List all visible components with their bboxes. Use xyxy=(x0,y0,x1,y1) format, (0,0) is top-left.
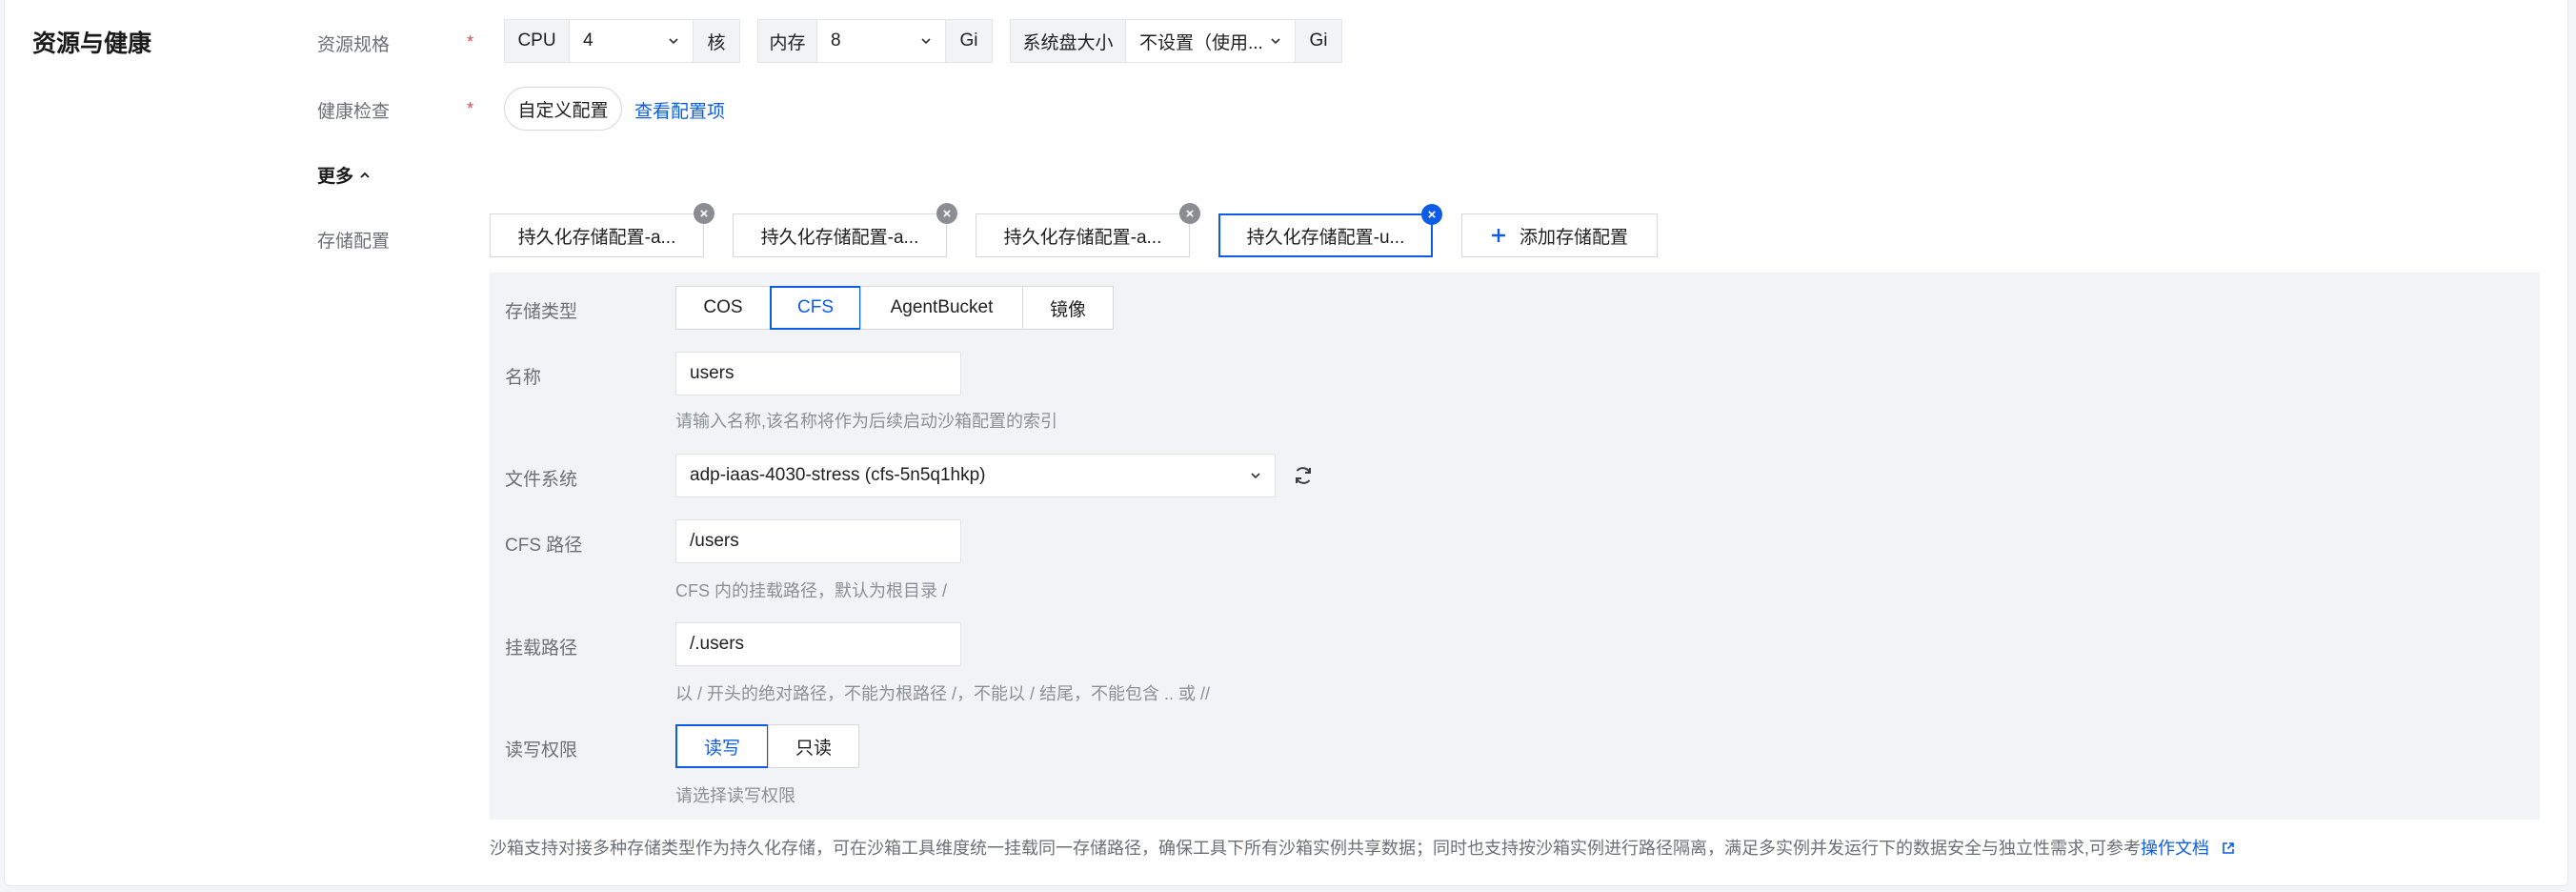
close-icon[interactable]: × xyxy=(1179,203,1200,224)
more-label: 更多 xyxy=(317,167,354,187)
storage-tab-label: 持久化存储配置-u... xyxy=(1246,227,1405,248)
chevron-down-icon xyxy=(669,38,678,45)
name-label: 名称 xyxy=(505,368,542,388)
storage-type-cos[interactable]: COS xyxy=(675,286,771,330)
permission-help: 请选择读写权限 xyxy=(675,786,795,805)
chevron-down-icon xyxy=(1251,473,1260,479)
memory-addon-label: 内存 xyxy=(757,19,817,63)
chevron-up-icon xyxy=(360,172,370,178)
more-toggle[interactable]: 更多 xyxy=(317,162,371,188)
name-help: 请输入名称,该名称将作为后续启动沙箱配置的索引 xyxy=(675,412,1057,431)
health-check-label: 健康检查 xyxy=(317,102,391,122)
resource-spec-label: 资源规格 xyxy=(317,35,391,55)
storage-type-image[interactable]: 镜像 xyxy=(1022,286,1114,330)
permission-label: 读写权限 xyxy=(505,740,578,760)
storage-type-agentbucket[interactable]: AgentBucket xyxy=(860,286,1023,330)
storage-footer-note: 沙箱支持对接多种存储类型作为持久化存储，可在沙箱工具维度统一挂载同一存储路径，确… xyxy=(490,835,2235,860)
cpu-addon-label: CPU xyxy=(504,19,570,63)
storage-tab[interactable]: 持久化存储配置-a... × xyxy=(733,203,957,257)
storage-type-label: 存储类型 xyxy=(505,302,578,322)
storage-tab-label: 持久化存储配置-a... xyxy=(517,227,676,248)
chevron-down-icon xyxy=(921,38,931,45)
storage-config-label: 存储配置 xyxy=(317,232,391,252)
cpu-select[interactable]: 4 xyxy=(569,19,694,63)
view-config-link[interactable]: 查看配置项 xyxy=(634,97,725,123)
chevron-down-icon xyxy=(1271,38,1280,45)
file-system-select[interactable]: adp-iaas-4030-stress (cfs-5n5q1hkp) xyxy=(675,454,1276,497)
file-system-label: 文件系统 xyxy=(505,470,578,490)
mount-path-help: 以 / 开头的绝对路径，不能为根路径 /，不能以 / 结尾，不能包含 .. 或 … xyxy=(675,684,1211,703)
file-system-value: adp-iaas-4030-stress (cfs-5n5q1hkp) xyxy=(690,465,986,485)
disk-unit: Gi xyxy=(1295,19,1342,63)
cfs-path-label: CFS 路径 xyxy=(505,536,583,556)
refresh-icon[interactable] xyxy=(1292,464,1315,487)
disk-value: 不设置（使用... xyxy=(1139,32,1263,53)
memory-select[interactable]: 8 xyxy=(816,19,946,63)
disk-select[interactable]: 不设置（使用... xyxy=(1125,19,1296,63)
close-icon[interactable]: × xyxy=(936,203,957,224)
cfs-path-input[interactable]: /users xyxy=(675,519,961,563)
cpu-unit: 核 xyxy=(693,19,740,63)
cpu-value: 4 xyxy=(583,30,594,51)
add-storage-button[interactable]: 添加存储配置 xyxy=(1461,213,1658,257)
mount-path-input[interactable]: /.users xyxy=(675,622,961,666)
custom-config-button[interactable]: 自定义配置 xyxy=(504,87,622,131)
storage-tab-label: 持久化存储配置-a... xyxy=(760,227,919,248)
section-title: 资源与健康 xyxy=(32,30,152,57)
permission-read-write[interactable]: 读写 xyxy=(675,724,769,768)
memory-unit: Gi xyxy=(945,19,993,63)
storage-tab-label: 持久化存储配置-a... xyxy=(1003,227,1162,248)
required-mark: * xyxy=(467,99,474,118)
cfs-path-help: CFS 内的挂载路径，默认为根目录 / xyxy=(675,581,948,600)
add-storage-label: 添加存储配置 xyxy=(1519,227,1628,248)
memory-value: 8 xyxy=(831,30,841,51)
close-icon[interactable]: × xyxy=(694,203,714,224)
footer-note-text: 沙箱支持对接多种存储类型作为持久化存储，可在沙箱工具维度统一挂载同一存储路径，确… xyxy=(490,839,2141,858)
storage-tab[interactable]: 持久化存储配置-a... × xyxy=(976,203,1200,257)
permission-read-only[interactable]: 只读 xyxy=(768,724,859,768)
storage-tab-active[interactable]: 持久化存储配置-u... × xyxy=(1218,204,1442,257)
plus-icon xyxy=(1491,229,1505,242)
disk-addon-label: 系统盘大小 xyxy=(1010,19,1126,63)
required-mark: * xyxy=(467,32,474,51)
name-input[interactable]: users xyxy=(675,352,961,395)
storage-type-cfs[interactable]: CFS xyxy=(770,286,861,330)
external-link-icon[interactable] xyxy=(2222,841,2235,855)
storage-tab[interactable]: 持久化存储配置-a... × xyxy=(490,203,714,257)
mount-path-label: 挂载路径 xyxy=(505,639,578,659)
doc-link[interactable]: 操作文档 xyxy=(2141,839,2209,858)
close-icon[interactable]: × xyxy=(1421,204,1442,225)
